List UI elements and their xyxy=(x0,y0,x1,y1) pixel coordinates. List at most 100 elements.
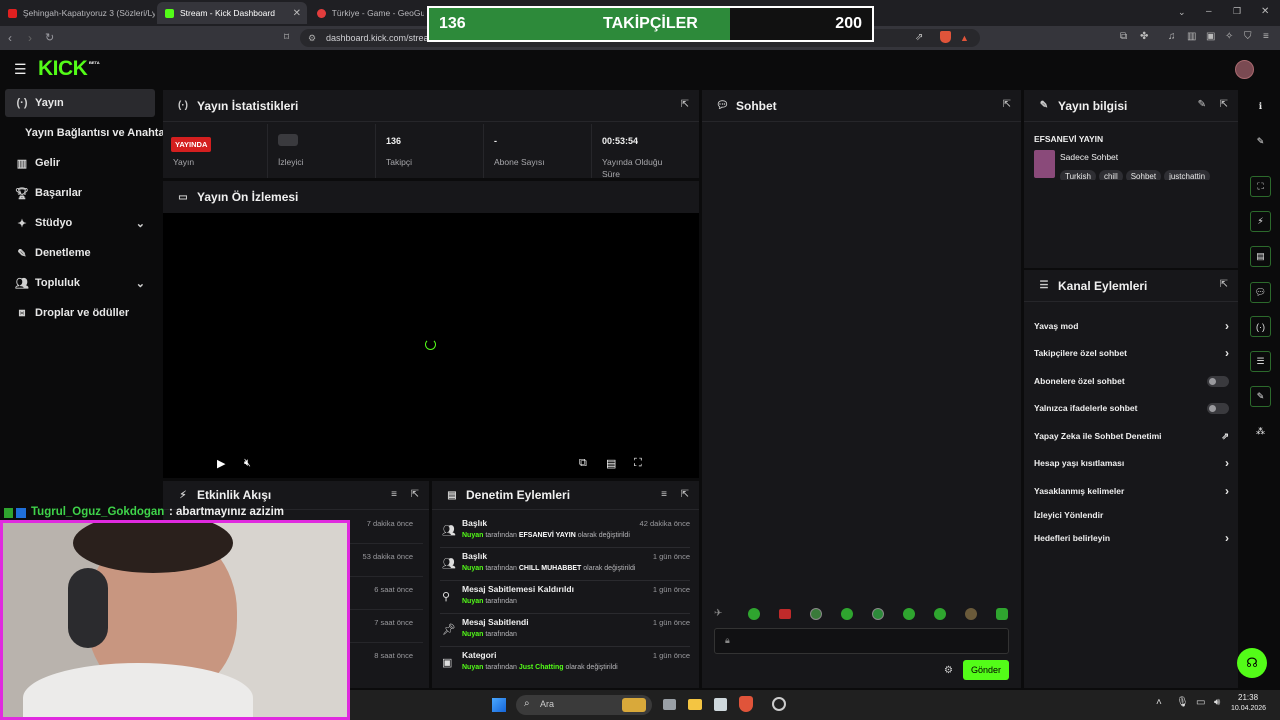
extensions-icon[interactable]: ⧉ xyxy=(1120,31,1127,42)
back-icon[interactable]: ‹ xyxy=(8,32,12,44)
popout-icon[interactable]: ⇱ xyxy=(1220,279,1228,290)
chevron-up-icon[interactable]: ˄ xyxy=(1156,697,1162,708)
slow-mode-row[interactable]: Yavaş mod › xyxy=(1034,319,1229,341)
followers-only-row[interactable]: Takipçilere özel sohbet › xyxy=(1034,346,1229,368)
fullscreen-icon[interactable]: ⛶ xyxy=(634,457,642,470)
task-view-icon[interactable] xyxy=(663,699,676,710)
hamburger-menu-icon[interactable]: ☰ xyxy=(14,61,27,78)
sidebar-item-topluluk[interactable]: 👥︎ Topluluk ⌄ xyxy=(5,269,155,297)
leo-icon[interactable]: ✧ xyxy=(1225,31,1233,42)
account-age-row[interactable]: Hesap yaşı kısıtlaması › xyxy=(1034,456,1229,478)
pencil-icon[interactable]: ✎ xyxy=(1250,131,1271,152)
bookmark-icon[interactable]: ⌑ xyxy=(284,32,289,43)
maximize-icon[interactable]: ❐ xyxy=(1233,6,1241,17)
microphone-icon[interactable]: 🎙︎ xyxy=(1176,697,1189,708)
sidebar-item-stream-key[interactable]: Yayın Bağlantısı ve Anahtarı xyxy=(5,119,172,147)
video-player[interactable]: ▶ 🔇︎ ⧉ ▤ ⛶ xyxy=(163,213,699,478)
sidebar-item-yayin[interactable]: (·) Yayın xyxy=(5,89,155,117)
lightning-icon[interactable]: ⚡︎ xyxy=(1250,211,1271,232)
clock-time[interactable]: 21:38 xyxy=(1238,693,1258,702)
tab-geoguessr[interactable]: Türkiye - Game - GeoGuess xyxy=(309,2,424,24)
menu-icon[interactable]: ≡ xyxy=(1263,31,1269,42)
volume-icon[interactable]: 🔊︎ xyxy=(1214,697,1220,708)
sidebar-item-gelir[interactable]: ▥ Gelir xyxy=(5,149,155,177)
emote-icon[interactable] xyxy=(934,608,946,620)
broadcast-icon[interactable]: (·) xyxy=(1250,316,1271,337)
file-explorer-icon[interactable] xyxy=(688,699,702,710)
scan-icon[interactable]: ⛶ xyxy=(1250,176,1271,197)
popout-icon[interactable]: ⇱ xyxy=(681,489,689,500)
vpn-icon[interactable]: ⛉ xyxy=(1244,31,1252,42)
minimize-icon[interactable]: – xyxy=(1206,6,1212,17)
taskbar-search[interactable]: ⌕ Ara xyxy=(516,695,652,715)
brave-browser-icon[interactable] xyxy=(739,696,753,712)
filter-icon[interactable]: ≡ xyxy=(661,489,667,500)
emote-icon[interactable] xyxy=(810,608,822,620)
filter-icon[interactable]: ≡ xyxy=(391,489,397,500)
window-close-icon[interactable]: ✕ xyxy=(1261,6,1269,17)
ai-moderation-row[interactable]: Yapay Zeka ile Sohbet Denetimi ⇗ xyxy=(1034,431,1229,451)
play-icon[interactable]: ▶ xyxy=(217,457,225,470)
avatar[interactable] xyxy=(1235,60,1254,79)
emote-icon[interactable] xyxy=(748,608,760,620)
share-icon[interactable]: ⇗ xyxy=(915,29,923,47)
panel-header: ☰ Kanal Eylemleri xyxy=(1024,270,1238,302)
popout-icon[interactable]: ⇱ xyxy=(1003,99,1011,110)
settings-icon[interactable]: ⚙ xyxy=(944,665,953,676)
chat-bubble-icon[interactable]: 💬︎ xyxy=(1250,282,1271,303)
forward-icon[interactable]: › xyxy=(28,32,32,44)
emote-icon[interactable] xyxy=(965,608,977,620)
site-settings-icon[interactable]: ⚙ xyxy=(308,29,316,47)
sidebar-icon[interactable]: ▥ xyxy=(1187,31,1196,42)
emote-only-toggle[interactable] xyxy=(1207,403,1229,414)
emote-icon[interactable] xyxy=(996,608,1008,620)
nodes-icon[interactable]: ⁂ xyxy=(1250,421,1271,442)
popout-icon[interactable]: ⇱ xyxy=(411,489,419,500)
edit-icon[interactable]: ✎ xyxy=(1198,99,1206,110)
mute-icon[interactable]: 🔇︎ xyxy=(244,457,251,470)
sidebar-item-studyo[interactable]: ✦ Stüdyo ⌄ xyxy=(5,209,155,237)
sidebar-item-denetleme[interactable]: ✎ Denetleme xyxy=(5,239,155,267)
kick-logo[interactable]: KICK xyxy=(38,57,88,81)
goals-row[interactable]: Hedefleri belirleyin › xyxy=(1034,531,1229,553)
wallet-icon[interactable]: ▣ xyxy=(1206,31,1215,42)
monitor-icon: ▭ xyxy=(178,191,188,203)
close-icon[interactable]: ✕ xyxy=(293,8,301,19)
stat-viewers: İzleyici xyxy=(268,124,376,178)
clock-date[interactable]: 10.04.2026 xyxy=(1231,705,1266,712)
banned-words-row[interactable]: Yasaklanmış kelimeler › xyxy=(1034,484,1229,506)
reload-icon[interactable]: ↻ xyxy=(45,32,54,44)
sidebar-item-basarilar[interactable]: 🏆︎ Başarılar xyxy=(5,179,155,207)
obs-icon[interactable] xyxy=(772,697,786,711)
playlist-icon[interactable]: ♫ xyxy=(1168,31,1176,42)
popout-icon[interactable]: ⇱ xyxy=(681,99,689,110)
brave-rewards-icon[interactable]: ▲ xyxy=(960,29,969,47)
send-button[interactable]: Gönder xyxy=(963,660,1009,680)
popout-icon[interactable]: ⇱ xyxy=(1220,99,1228,110)
wrench-icon[interactable]: ✎ xyxy=(1250,386,1271,407)
chat-input[interactable]: 🔒︎ xyxy=(714,628,1009,654)
emote-icon[interactable] xyxy=(903,608,915,620)
chevron-down-icon[interactable]: ⌄ xyxy=(1178,7,1186,18)
host-row[interactable]: İzleyici Yönlendir xyxy=(1034,510,1229,530)
emote-icon[interactable] xyxy=(779,609,791,619)
windows-start-icon[interactable] xyxy=(492,698,506,712)
sliders-icon: ☰ xyxy=(1039,280,1049,291)
brave-shields-icon[interactable] xyxy=(940,31,951,43)
puzzle-icon[interactable]: ✤ xyxy=(1140,31,1148,42)
tab-youtube[interactable]: Şehingah-Kapatıyoruz 3 (Sözleri/Lyric xyxy=(0,2,155,24)
store-icon[interactable] xyxy=(714,698,727,711)
support-icon[interactable]: ☊ xyxy=(1237,648,1267,678)
document-icon[interactable]: ▤ xyxy=(1250,246,1271,267)
sliders-icon[interactable]: ☰ xyxy=(1250,351,1271,372)
subscribers-only-toggle[interactable] xyxy=(1207,376,1229,387)
tab-kick-dashboard[interactable]: Stream - Kick Dashboard ✕ xyxy=(157,2,307,24)
emote-icon[interactable] xyxy=(841,608,853,620)
sidebar-item-droplar[interactable]: ⧈ Droplar ve ödüller xyxy=(5,299,155,327)
info-icon[interactable]: ℹ xyxy=(1250,96,1271,117)
theater-icon[interactable]: ▤ xyxy=(606,457,616,470)
emote-icon[interactable] xyxy=(872,608,884,620)
pip-icon[interactable]: ⧉ xyxy=(579,457,587,470)
emote-icon[interactable]: ✈ xyxy=(714,608,722,619)
network-icon[interactable]: ▭ xyxy=(1196,697,1205,708)
